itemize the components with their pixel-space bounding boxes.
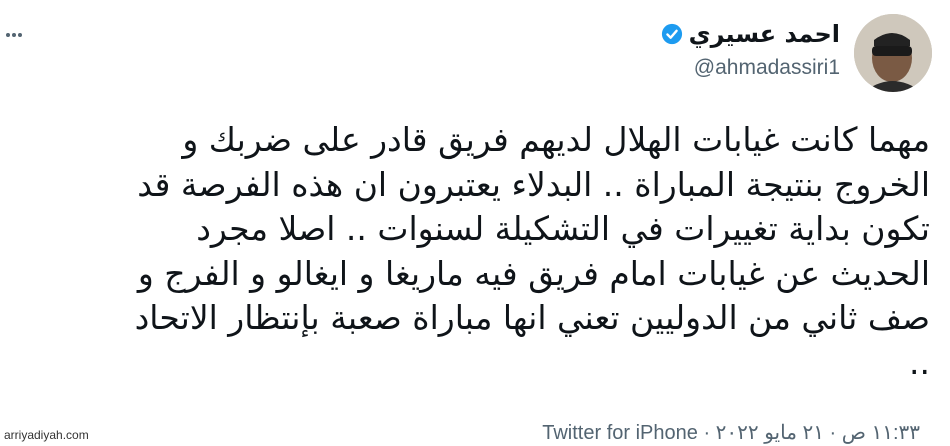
watermark: arriyadiyah.com <box>4 428 89 442</box>
meta-separator: · <box>703 422 711 444</box>
avatar-photo <box>854 14 932 92</box>
author-name[interactable]: احمد عسيري <box>689 20 840 48</box>
tweet-text: مهما كانت غيابات الهلال لديهم فريق قادر … <box>30 118 930 385</box>
tweet-source[interactable]: Twitter for iPhone <box>542 422 698 444</box>
tweet-text-line: تكون بداية تغييرات في التشكيلة لسنوات ..… <box>196 209 930 248</box>
author-handle[interactable]: @ahmadassiri1 <box>661 56 840 80</box>
tweet-text-line: .. <box>909 342 930 382</box>
more-options-icon[interactable] <box>6 22 32 42</box>
tweet-text-line: الحديث عن غيابات امام فريق فيه ماريغا و … <box>137 253 930 293</box>
verified-badge-icon <box>661 23 682 45</box>
tweet-header: احمد عسيري @ahmadassiri1 <box>661 20 840 80</box>
tweet-text-line: مهما كانت غيابات الهلال لديهم فريق قادر … <box>182 120 930 159</box>
tweet-meta: ١١:٣٣ ص · ٢١ مايو ٢٠٢٢ · Twitter for iPh… <box>542 420 920 445</box>
tweet-text-line: الخروج بنتيجة المباراة .. البدلاء يعتبرو… <box>137 164 930 204</box>
tweet-timestamp[interactable]: ١١:٣٣ ص · ٢١ مايو ٢٠٢٢ <box>716 422 920 444</box>
tweet-text-line: صف ثاني من الدوليين تعني انها مباراة صعب… <box>134 298 930 337</box>
avatar[interactable] <box>854 14 932 92</box>
